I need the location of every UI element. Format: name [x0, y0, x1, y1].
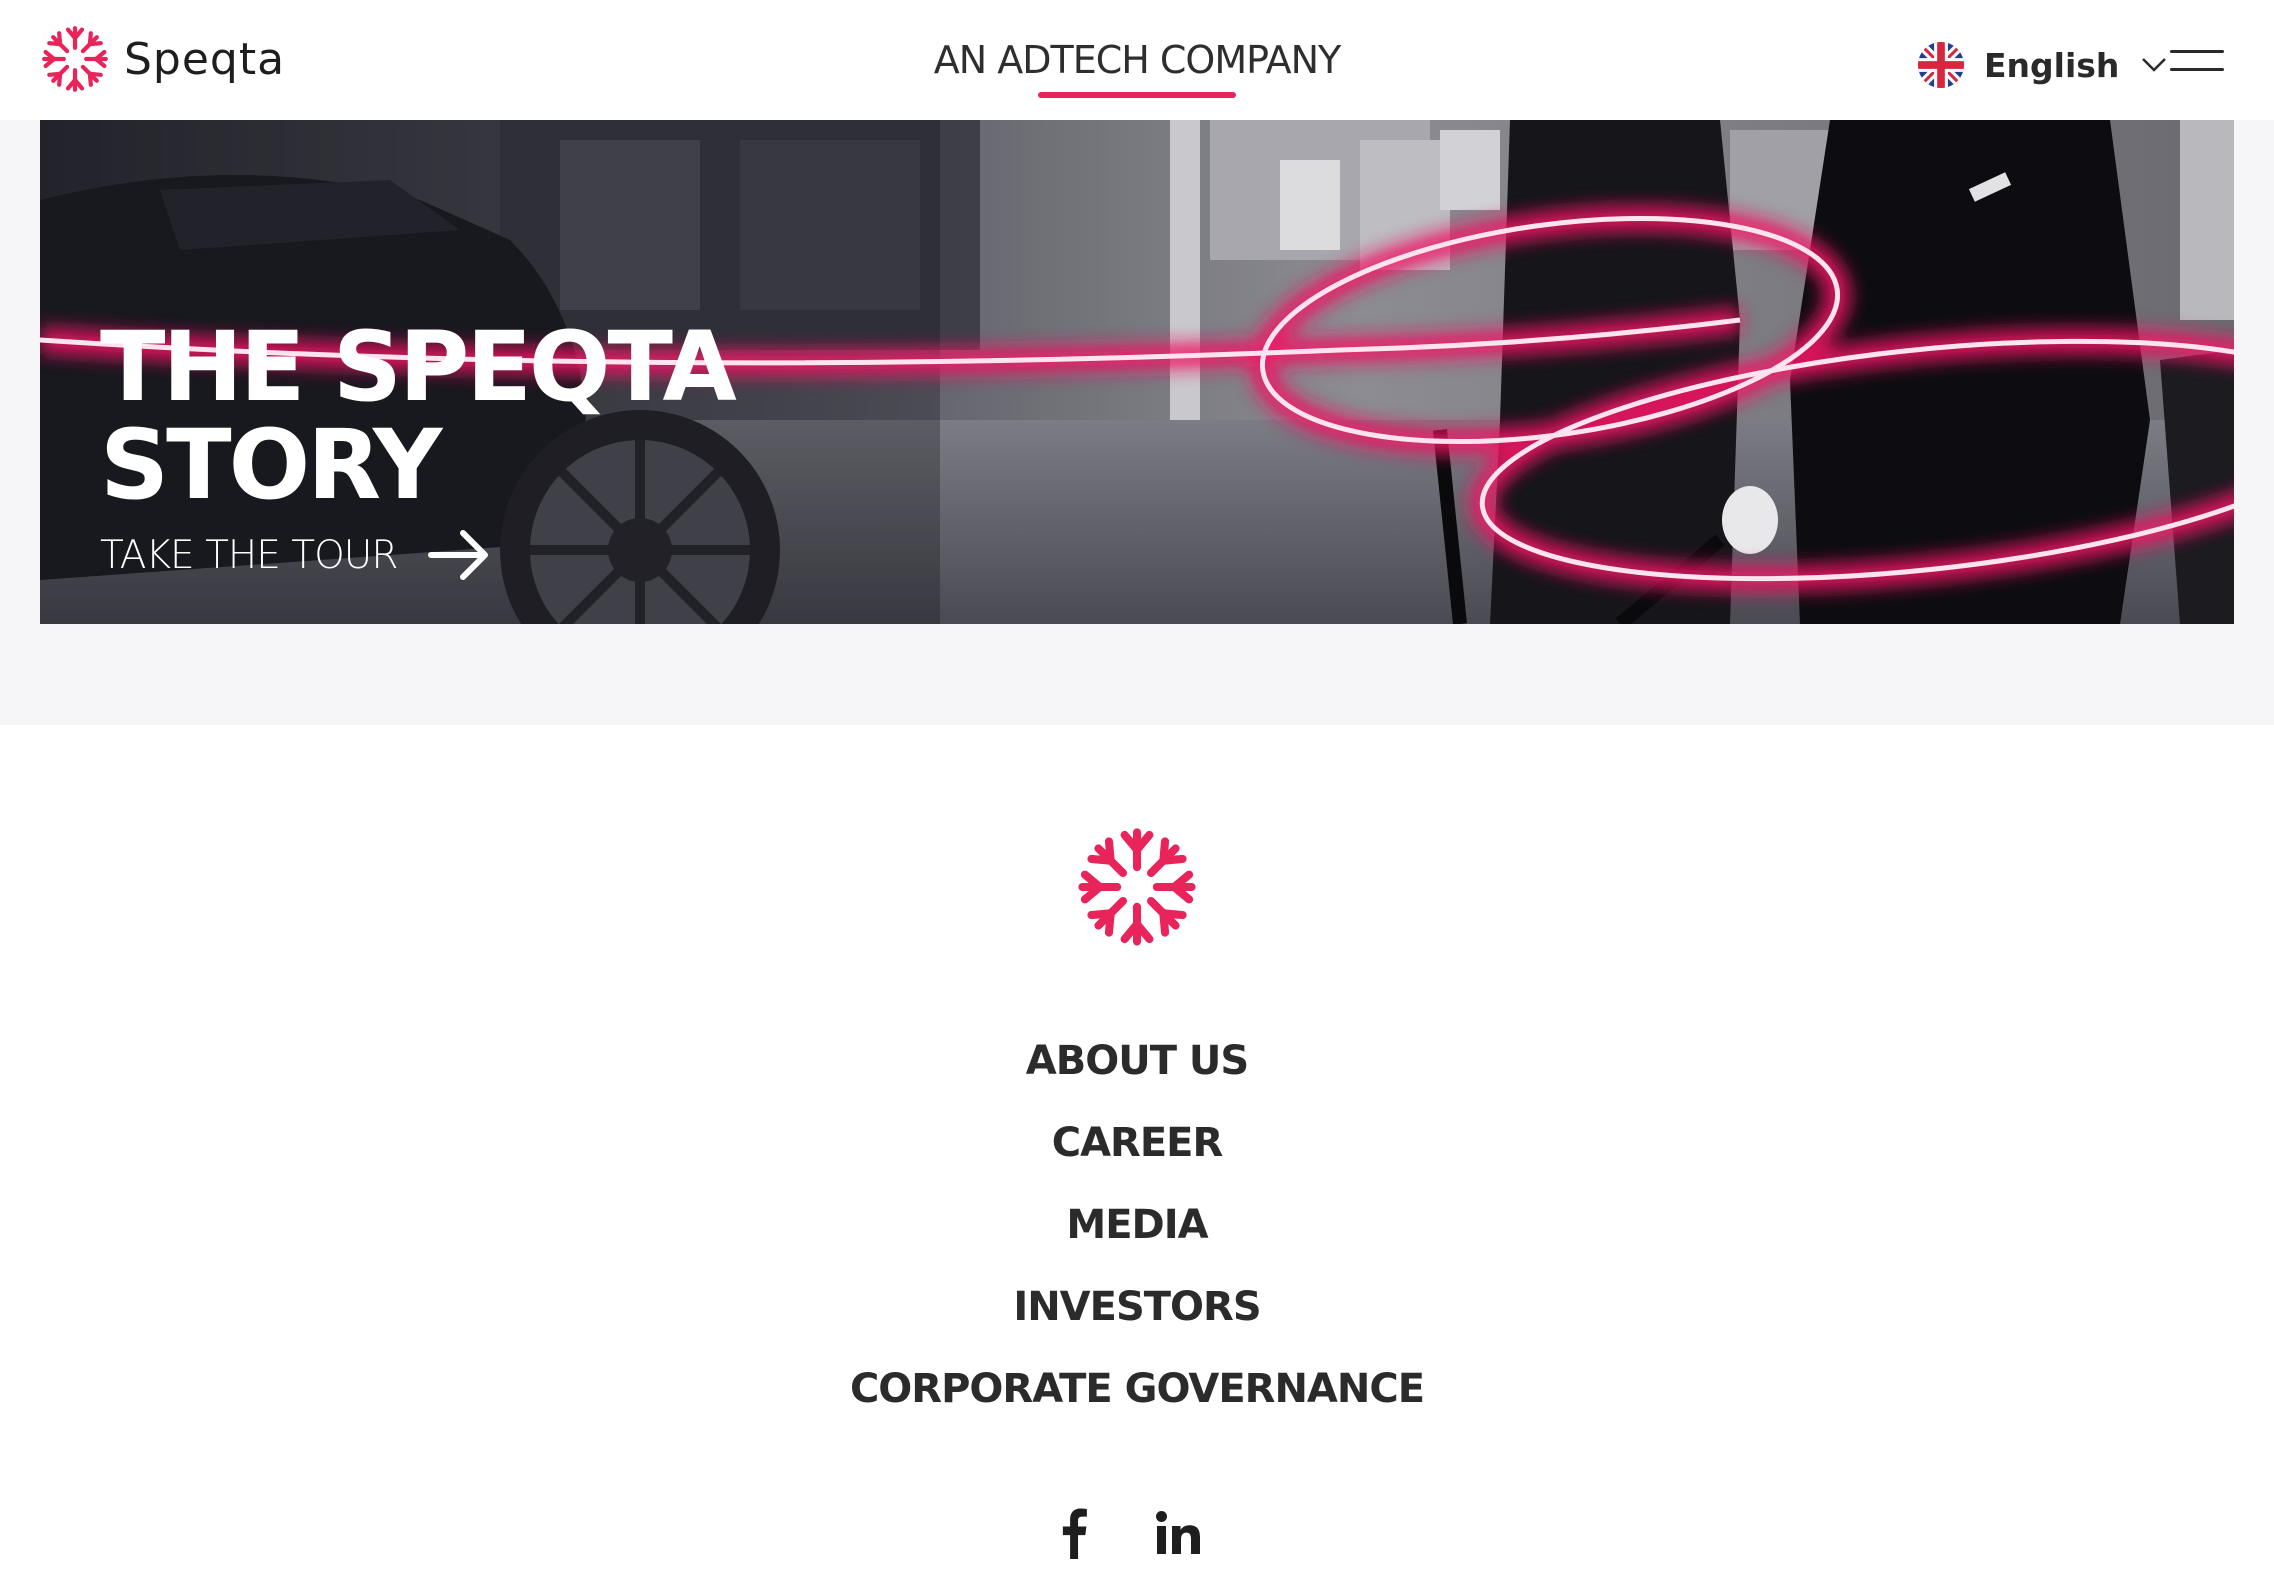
speqta-logo-link[interactable]: Speqta: [40, 24, 285, 94]
menu-line-top: [2170, 50, 2224, 53]
tagline-underline: [1038, 92, 1236, 98]
footer-link-media[interactable]: MEDIA: [1066, 1184, 1208, 1266]
banner-title: THE SPEQTA STORY: [100, 311, 737, 521]
menu-line-bottom: [2170, 68, 2224, 71]
speqta-burst-logo-icon: [40, 24, 110, 94]
footer-link-corporate-governance[interactable]: CORPORATE GOVERNANCE: [850, 1348, 1425, 1430]
brand-name: Speqta: [124, 33, 286, 85]
language-selector[interactable]: English: [1918, 40, 2167, 90]
footer-link-career[interactable]: CAREER: [1052, 1102, 1224, 1184]
banner-title-line-1: THE SPEQTA: [100, 311, 737, 423]
banner-title-line-2: STORY: [100, 409, 442, 521]
language-label: English: [1984, 45, 2120, 85]
take-the-tour-link[interactable]: TAKE THE TOUR: [100, 528, 491, 582]
tagline-link[interactable]: AN ADTECH COMPANY: [934, 38, 1342, 82]
hamburger-menu-icon[interactable]: [2170, 46, 2224, 78]
speqta-story-banner[interactable]: THE SPEQTA STORY TAKE THE TOUR: [40, 120, 2234, 624]
footer-nav: ABOUT US CAREER MEDIA INVESTORS CORPORAT…: [0, 1020, 2274, 1430]
footer-link-investors[interactable]: INVESTORS: [1013, 1266, 1261, 1348]
arrow-right-icon: [397, 528, 491, 582]
footer-link-about-us[interactable]: ABOUT US: [1026, 1020, 1249, 1102]
chevron-down-icon: [2119, 57, 2167, 73]
facebook-icon[interactable]: [1055, 1507, 1091, 1563]
site-header: Speqta AN ADTECH COMPANY English: [0, 0, 2274, 120]
linkedin-icon[interactable]: [1155, 1510, 1203, 1560]
footer-burst-logo-icon[interactable]: [1075, 825, 1199, 949]
social-links: [1055, 1505, 1203, 1565]
uk-flag-icon: [1918, 42, 1964, 88]
take-the-tour-label: TAKE THE TOUR: [100, 532, 398, 578]
